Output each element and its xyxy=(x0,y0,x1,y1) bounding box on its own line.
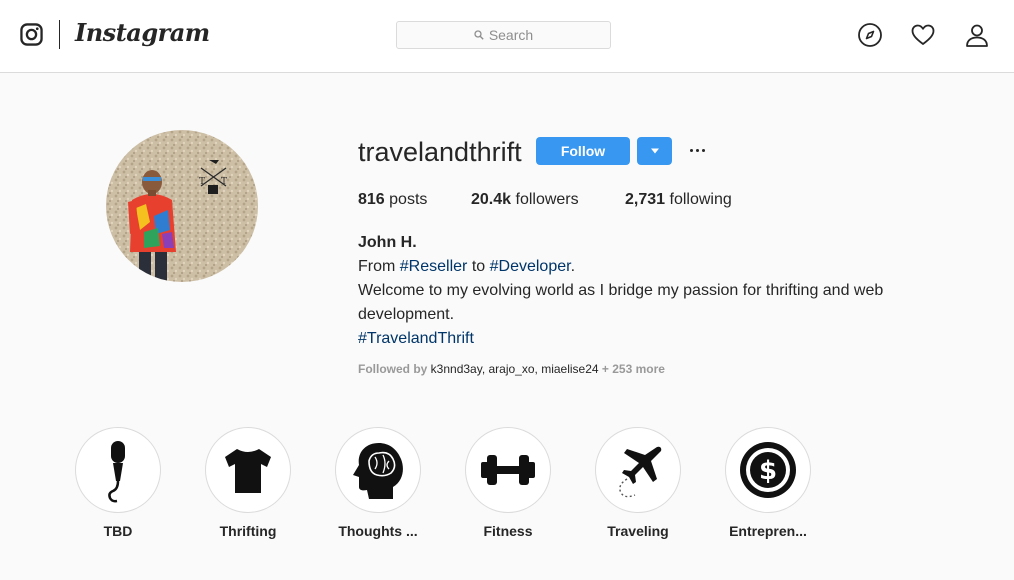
more-dot-icon xyxy=(695,148,699,152)
followers-link[interactable]: 20.4k followers xyxy=(471,191,579,209)
more-options-button[interactable] xyxy=(686,138,708,162)
svg-text:T: T xyxy=(221,177,227,187)
profile-avatar[interactable]: T T xyxy=(106,130,258,282)
brain-head-icon xyxy=(353,443,403,499)
caret-down-icon xyxy=(650,148,659,154)
highlight-label: Thoughts ... xyxy=(338,523,418,539)
more-dot-icon xyxy=(689,148,693,152)
highlight-label: TBD xyxy=(103,523,133,539)
profile-username: travelandthrift xyxy=(358,137,522,167)
more-dot-icon xyxy=(701,148,705,152)
highlight-cover xyxy=(595,427,681,513)
following-label: following xyxy=(665,191,732,208)
following-link[interactable]: 2,731 following xyxy=(625,191,732,209)
airplane-icon xyxy=(619,446,662,498)
highlight-cover: $ xyxy=(725,427,811,513)
avatar-photo: T T xyxy=(106,130,258,282)
highlight-item[interactable]: Thoughts ... xyxy=(335,427,421,539)
compass-icon[interactable] xyxy=(857,22,883,48)
hashtag-developer-link[interactable]: #Developer xyxy=(490,258,571,275)
search-icon xyxy=(474,30,484,40)
highlight-cover xyxy=(205,427,291,513)
svg-text:T: T xyxy=(199,177,205,187)
bio-text: to xyxy=(467,258,490,275)
microphone-icon xyxy=(108,441,125,503)
highlight-cover xyxy=(75,427,161,513)
highlight-label: Thrifting xyxy=(219,523,277,539)
bio-line: #TravelandThrift xyxy=(358,327,918,351)
followers-label: followers xyxy=(511,191,579,208)
highlight-item[interactable]: TBD xyxy=(75,427,161,539)
instagram-glyph-icon[interactable] xyxy=(20,23,43,46)
user-icon[interactable] xyxy=(964,22,990,48)
highlight-label: Fitness xyxy=(483,523,533,539)
followers-number: 20.4k xyxy=(471,191,512,208)
bio-line: From #Reseller to #Developer. xyxy=(358,255,918,279)
follower-account: k3nnd3ay xyxy=(430,362,482,376)
highlight-cover xyxy=(335,427,421,513)
highlight-item[interactable]: $ Entrepren... xyxy=(725,427,811,539)
posts-number: 816 xyxy=(358,191,385,208)
highlight-item[interactable]: Traveling xyxy=(595,427,681,539)
highlight-label: Entrepren... xyxy=(729,523,807,539)
top-nav: Instagram Search xyxy=(0,0,1014,73)
search-placeholder: Search xyxy=(488,27,534,43)
follow-button[interactable]: Follow xyxy=(536,137,630,165)
dollar-coin-icon: $ xyxy=(740,442,796,498)
posts-count: 816 posts xyxy=(358,191,427,209)
highlight-item[interactable]: Fitness xyxy=(465,427,551,539)
hashtag-reseller-link[interactable]: #Reseller xyxy=(400,258,468,275)
bio-text: From xyxy=(358,258,400,275)
highlight-label: Traveling xyxy=(607,523,669,539)
followed-by-separator: , xyxy=(481,362,489,376)
follower-account: arajo_xo xyxy=(488,362,535,376)
profile-bio: John H. From #Reseller to #Developer. We… xyxy=(358,231,918,351)
bio-description: Welcome to my evolving world as I bridge… xyxy=(358,282,884,323)
svg-text:$: $ xyxy=(759,456,777,486)
hashtag-travelandthrift-link[interactable]: #TravelandThrift xyxy=(358,330,474,347)
nav-divider xyxy=(59,20,60,49)
instagram-wordmark[interactable]: Instagram xyxy=(75,18,210,47)
bio-text: . xyxy=(570,258,576,275)
followed-by-prefix: Followed by xyxy=(358,362,431,376)
followed-by-link[interactable]: Followed by k3nnd3ay, arajo_xo, miaelise… xyxy=(358,362,665,376)
posts-label: posts xyxy=(384,191,428,208)
profile-full-name: John H. xyxy=(358,234,417,251)
suggested-accounts-button[interactable] xyxy=(637,137,672,165)
highlight-item[interactable]: Thrifting xyxy=(205,427,291,539)
follower-account: miaelise24 xyxy=(541,362,599,376)
tshirt-icon xyxy=(225,449,271,493)
followed-by-more: + 253 more xyxy=(598,362,665,376)
highlight-cover xyxy=(465,427,551,513)
search-input[interactable]: Search xyxy=(396,21,611,49)
dumbbell-icon xyxy=(481,455,535,485)
heart-icon[interactable] xyxy=(910,22,936,48)
following-number: 2,731 xyxy=(625,191,666,208)
